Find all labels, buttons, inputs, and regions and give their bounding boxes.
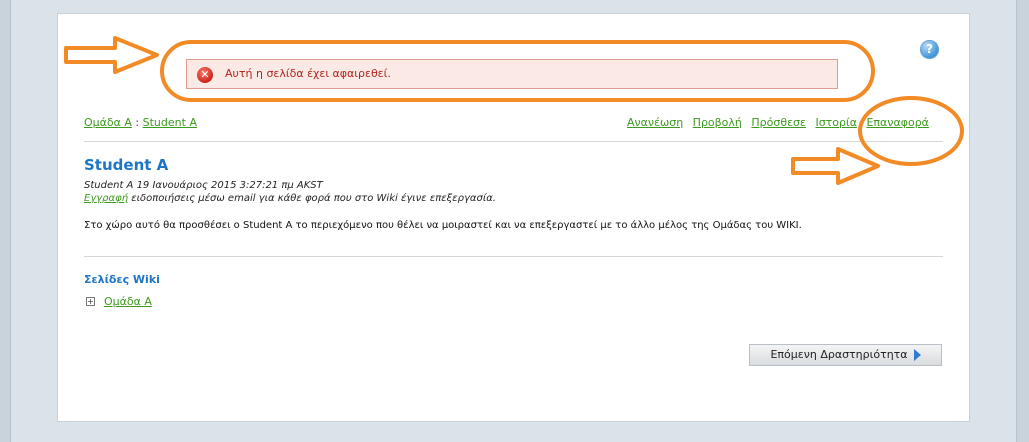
subscribe-line: Εγγραφή ειδοποιήσεις μέσω email για κάθε…	[84, 193, 496, 204]
page-body: Στο χώρο αυτό θα προσθέσει ο Student A τ…	[84, 220, 802, 231]
page-title: Student A	[84, 156, 169, 174]
wiki-pages-heading: Σελίδες Wiki	[84, 273, 160, 286]
play-icon	[913, 349, 921, 361]
subscribe-text: ειδοποιήσεις μέσω email για κάθε φορά πο…	[128, 193, 496, 204]
view-link[interactable]: Προβολή	[693, 116, 742, 129]
subscribe-link[interactable]: Εγγραφή	[84, 193, 128, 204]
annotation-arrow-icon	[791, 147, 880, 185]
annotation-arrow-icon	[64, 36, 159, 74]
page-meta: Student A 19 Ιανουάριος 2015 3:27:21 πμ …	[84, 180, 323, 191]
breadcrumb-group-link[interactable]: Ομάδα Α	[84, 116, 132, 129]
breadcrumb-separator: :	[135, 116, 140, 129]
expand-icon[interactable]: +	[86, 297, 95, 306]
history-link[interactable]: Ιστορία	[815, 116, 857, 129]
divider	[84, 141, 943, 142]
annotation-oval	[160, 40, 875, 102]
wiki-page-item: Ομάδα Α	[104, 295, 152, 308]
window-right-edge	[1016, 0, 1029, 442]
breadcrumb: Ομάδα Α : Student A	[84, 116, 197, 129]
breadcrumb-page-link[interactable]: Student A	[143, 116, 197, 129]
next-activity-button[interactable]: Επόμενη Δραστηριότητα	[749, 344, 942, 366]
add-link[interactable]: Πρόσθεσε	[751, 116, 806, 129]
window-left-edge	[0, 0, 11, 442]
refresh-link[interactable]: Ανανέωση	[627, 116, 683, 129]
help-icon[interactable]: ?	[920, 40, 939, 59]
wiki-page-link[interactable]: Ομάδα Α	[104, 295, 152, 308]
divider	[84, 256, 943, 257]
next-activity-label: Επόμενη Δραστηριότητα	[770, 348, 908, 361]
